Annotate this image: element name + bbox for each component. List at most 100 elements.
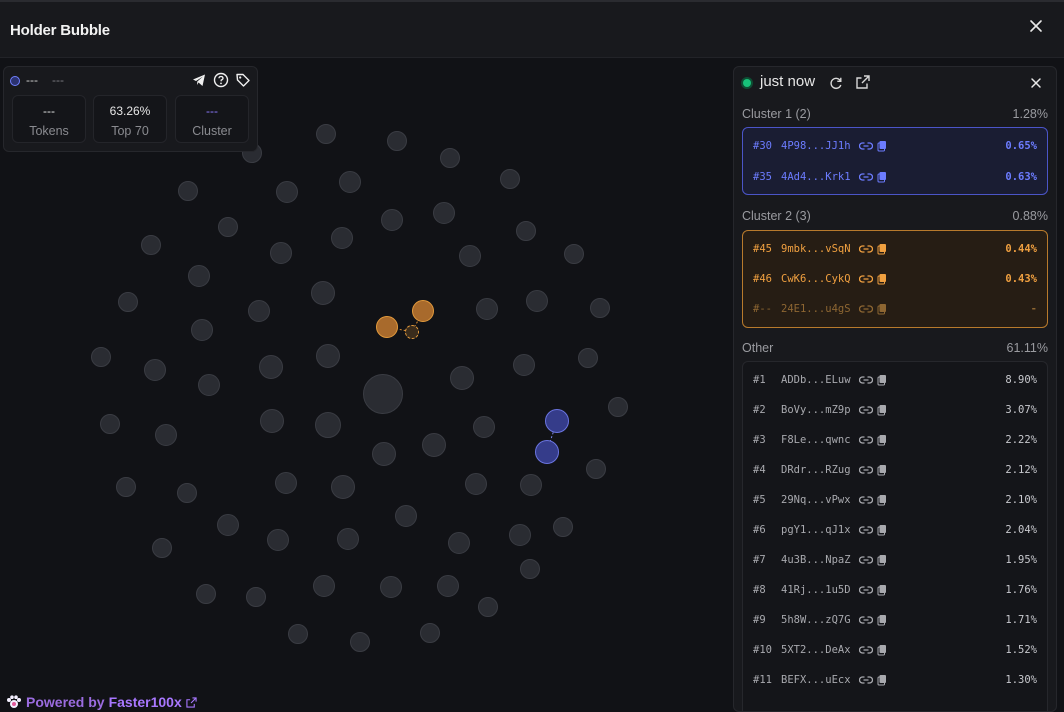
other-row[interactable]: #8 41Rj...1u5D 1.76% xyxy=(753,582,1037,598)
holder-bubble[interactable] xyxy=(465,473,487,495)
holder-bubble[interactable] xyxy=(553,517,573,537)
copy-icon[interactable] xyxy=(877,140,887,152)
help-icon[interactable] xyxy=(213,72,229,88)
holder-bubble[interactable] xyxy=(267,529,289,551)
copy-icon[interactable] xyxy=(877,171,887,183)
cluster-2-row[interactable]: #-- 24E1...u4gS - xyxy=(753,301,1037,317)
holder-bubble[interactable] xyxy=(275,472,297,494)
cluster-2-bubble[interactable] xyxy=(376,316,398,338)
refresh-icon[interactable] xyxy=(828,75,844,91)
holder-bubble[interactable] xyxy=(564,244,584,264)
link-icon[interactable] xyxy=(859,374,873,386)
other-row[interactable]: #9 5h8W...zQ7G 1.71% xyxy=(753,612,1037,628)
external-link-icon[interactable] xyxy=(855,74,871,90)
holder-bubble[interactable] xyxy=(381,209,403,231)
holder-bubble[interactable] xyxy=(509,524,531,546)
link-icon[interactable] xyxy=(859,140,873,152)
holder-address[interactable]: pgY1...qJ1x xyxy=(781,524,857,536)
copy-icon[interactable] xyxy=(877,464,887,476)
holder-bubble[interactable] xyxy=(141,235,161,255)
holder-bubble[interactable] xyxy=(259,355,283,379)
holder-address[interactable]: BoVy...mZ9p xyxy=(781,404,857,416)
link-icon[interactable] xyxy=(859,674,873,686)
holder-bubble[interactable] xyxy=(246,587,266,607)
holder-bubble[interactable] xyxy=(315,412,341,438)
holder-bubble[interactable] xyxy=(152,538,172,558)
other-row[interactable]: #1 ADDb...ELuw 8.90% xyxy=(753,372,1037,388)
holder-bubble[interactable] xyxy=(248,300,270,322)
holder-bubble[interactable] xyxy=(372,442,396,466)
holder-bubble[interactable] xyxy=(188,265,210,287)
holder-bubble[interactable] xyxy=(270,242,292,264)
cluster-1-bubble[interactable] xyxy=(535,440,559,464)
holder-bubble[interactable] xyxy=(520,474,542,496)
holder-bubble[interactable] xyxy=(422,433,446,457)
link-icon[interactable] xyxy=(859,464,873,476)
holder-bubble[interactable] xyxy=(420,623,440,643)
other-row[interactable]: #4 DRdr...RZug 2.12% xyxy=(753,462,1037,478)
panel-close-icon[interactable] xyxy=(1028,75,1044,91)
holder-bubble[interactable] xyxy=(288,624,308,644)
copy-icon[interactable] xyxy=(877,243,887,255)
holder-bubble[interactable] xyxy=(363,374,403,414)
holder-bubble[interactable] xyxy=(217,514,239,536)
holder-address[interactable]: 5h8W...zQ7G xyxy=(781,614,857,626)
holder-address[interactable]: CwK6...CykQ xyxy=(781,273,857,285)
link-icon[interactable] xyxy=(859,273,873,285)
cluster-2-bubble[interactable] xyxy=(405,325,419,339)
holder-bubble[interactable] xyxy=(520,559,540,579)
holder-address[interactable]: 41Rj...1u5D xyxy=(781,584,857,596)
copy-icon[interactable] xyxy=(877,494,887,506)
cluster-2-bubble[interactable] xyxy=(412,300,434,322)
other-row[interactable]: #11 BEFX...uEcx 1.30% xyxy=(753,672,1037,688)
bubble-map[interactable] xyxy=(0,60,730,700)
holder-address[interactable]: F8Le...qwnc xyxy=(781,434,857,446)
holder-bubble[interactable] xyxy=(118,292,138,312)
other-row[interactable]: #2 BoVy...mZ9p 3.07% xyxy=(753,402,1037,418)
cluster-2-row[interactable]: #45 9mbk...vSqN 0.44% xyxy=(753,241,1037,257)
link-icon[interactable] xyxy=(859,404,873,416)
link-icon[interactable] xyxy=(859,614,873,626)
close-icon[interactable] xyxy=(1026,16,1046,36)
holder-bubble[interactable] xyxy=(91,347,111,367)
tag-icon[interactable] xyxy=(235,72,251,88)
other-row[interactable]: #3 F8Le...qwnc 2.22% xyxy=(753,432,1037,448)
holder-bubble[interactable] xyxy=(218,217,238,237)
holder-bubble[interactable] xyxy=(476,298,498,320)
link-icon[interactable] xyxy=(859,171,873,183)
holder-bubble[interactable] xyxy=(331,227,353,249)
telegram-icon[interactable] xyxy=(191,72,207,88)
cluster-2-row[interactable]: #46 CwK6...CykQ 0.43% xyxy=(753,271,1037,287)
brand-link[interactable]: Faster100x xyxy=(109,694,182,710)
link-icon[interactable] xyxy=(859,303,873,315)
holder-bubble[interactable] xyxy=(380,576,402,598)
holder-bubble[interactable] xyxy=(313,575,335,597)
holder-bubble[interactable] xyxy=(144,359,166,381)
link-icon[interactable] xyxy=(859,644,873,656)
holder-bubble[interactable] xyxy=(459,245,481,267)
cluster-1-row[interactable]: #35 4Ad4...Krk1 0.63% xyxy=(753,169,1037,185)
copy-icon[interactable] xyxy=(877,404,887,416)
holder-bubble[interactable] xyxy=(177,483,197,503)
holder-bubble[interactable] xyxy=(586,459,606,479)
link-icon[interactable] xyxy=(859,434,873,446)
holder-address[interactable]: 4Ad4...Krk1 xyxy=(781,171,857,183)
holder-bubble[interactable] xyxy=(500,169,520,189)
holder-address[interactable]: BEFX...uEcx xyxy=(781,674,857,686)
copy-icon[interactable] xyxy=(877,524,887,536)
holder-bubble[interactable] xyxy=(350,632,370,652)
link-icon[interactable] xyxy=(859,494,873,506)
holder-bubble[interactable] xyxy=(526,290,548,312)
holder-bubble[interactable] xyxy=(590,298,610,318)
holder-bubble[interactable] xyxy=(473,416,495,438)
holder-address[interactable]: 9mbk...vSqN xyxy=(781,243,857,255)
other-row[interactable]: #7 4u3B...NpaZ 1.95% xyxy=(753,552,1037,568)
copy-icon[interactable] xyxy=(877,644,887,656)
copy-icon[interactable] xyxy=(877,303,887,315)
link-icon[interactable] xyxy=(859,524,873,536)
copy-icon[interactable] xyxy=(877,614,887,626)
holder-bubble[interactable] xyxy=(198,374,220,396)
holder-bubble[interactable] xyxy=(100,414,120,434)
copy-icon[interactable] xyxy=(877,674,887,686)
holder-address[interactable]: 4P98...JJ1h xyxy=(781,140,857,152)
